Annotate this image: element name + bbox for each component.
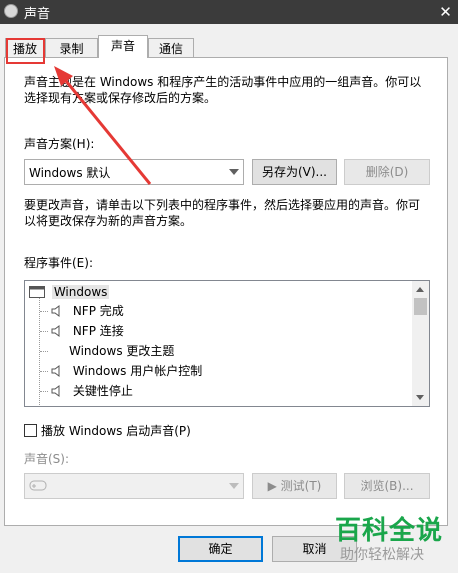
list-item[interactable]: Windows 用户帐户控制 — [51, 361, 202, 381]
delete-button[interactable]: 删除(D) — [344, 159, 430, 185]
ok-button[interactable]: 确定 — [178, 536, 263, 562]
tab-recording[interactable]: 录制 — [45, 38, 98, 58]
list-item-label: Windows 用户帐户控制 — [72, 364, 203, 378]
chevron-down-icon — [229, 483, 239, 489]
list-scrollbar[interactable] — [412, 281, 429, 406]
title-bar: 声音 ✕ — [0, 0, 458, 24]
highlight-box — [6, 38, 45, 64]
speaker-icon — [51, 325, 60, 337]
play-startup-checkbox[interactable] — [24, 424, 37, 437]
speaker-icon — [4, 4, 18, 18]
browse-button[interactable]: 浏览(B)... — [344, 473, 430, 499]
window-icon — [29, 286, 45, 298]
scroll-down-icon[interactable] — [416, 395, 424, 400]
list-item[interactable]: Windows — [29, 282, 110, 302]
speaker-icon — [51, 385, 60, 397]
tree-connector — [40, 391, 48, 392]
tree-connector — [40, 311, 48, 312]
change-instructions: 要更改声音，请单击以下列表中的程序事件，然后选择要应用的声音。你可以将更改保存为… — [24, 198, 421, 228]
list-item[interactable]: NFP 完成 — [51, 301, 124, 321]
list-item-label: 关键性停止 — [72, 384, 133, 398]
test-button[interactable]: ▶ 测试(T) — [252, 473, 337, 499]
chevron-down-icon — [229, 169, 239, 175]
watermark-slogan: 助你轻松解决 — [340, 547, 424, 563]
scheme-dropdown[interactable]: Windows 默认 — [24, 159, 244, 185]
scheme-label: 声音方案(H): — [24, 137, 95, 151]
events-label: 程序事件(E): — [24, 256, 93, 270]
scroll-thumb[interactable] — [414, 298, 427, 315]
play-startup-label: 播放 Windows 启动声音(P) — [41, 424, 191, 438]
scroll-up-icon[interactable] — [416, 287, 424, 292]
list-item-label: NFP 连接 — [72, 324, 124, 338]
list-item-label: NFP 完成 — [72, 304, 124, 318]
tree-connector — [40, 371, 48, 372]
tab-sounds[interactable]: 声音 — [98, 35, 148, 58]
watermark-brand: 百科全说 — [335, 516, 444, 546]
close-button[interactable]: ✕ — [433, 0, 458, 24]
intro-text: 声音主题是在 Windows 和程序产生的活动事件中应用的一组声音。你可以选择现… — [24, 75, 422, 105]
speaker-icon — [51, 305, 60, 317]
save-as-button[interactable]: 另存为(V)... — [252, 159, 337, 185]
list-item[interactable]: NFP 连接 — [51, 321, 124, 341]
list-item[interactable]: Windows 更改主题 — [69, 341, 174, 361]
list-item-label: Windows 更改主题 — [69, 344, 175, 358]
list-item[interactable]: 关键性停止 — [51, 381, 133, 401]
sound-label: 声音(S): — [24, 452, 70, 466]
events-list[interactable]: Windows NFP 完成 NFP 连接 Windows 更改主题 Windo… — [24, 280, 430, 407]
tree-connector — [40, 331, 48, 332]
list-item-label: Windows — [51, 285, 110, 299]
sound-dropdown[interactable] — [24, 473, 244, 499]
window-title: 声音 — [24, 7, 51, 22]
tab-communications[interactable]: 通信 — [148, 38, 194, 58]
scheme-value: Windows 默认 — [29, 166, 111, 180]
gamepad-icon — [29, 480, 47, 491]
speaker-icon — [51, 365, 60, 377]
tree-connector — [40, 351, 48, 352]
